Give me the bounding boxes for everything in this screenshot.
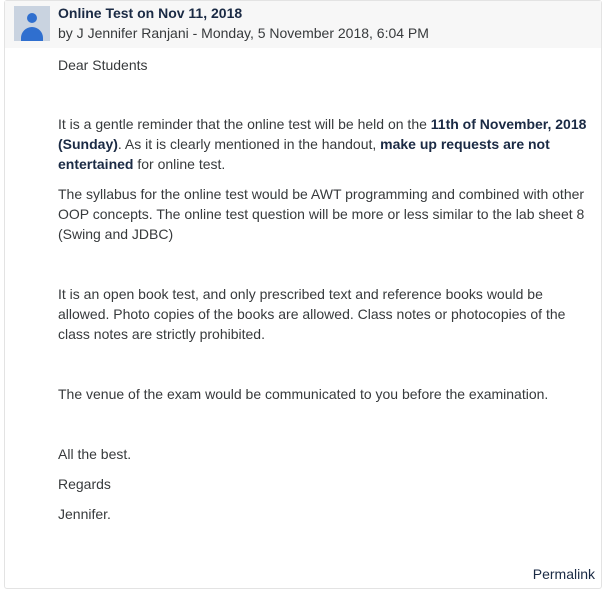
signature-name: Jennifer. xyxy=(58,506,111,522)
reminder-text-2: . As it is clearly mentioned in the hand… xyxy=(117,136,381,152)
closing-regards: Regards xyxy=(58,476,111,492)
post-author-line: by J Jennifer Ranjani - Monday, 5 Novemb… xyxy=(58,25,429,41)
avatar-body xyxy=(21,27,43,41)
permalink-link[interactable]: Permalink xyxy=(533,566,595,582)
closing-best: All the best. xyxy=(58,446,132,462)
open-book-paragraph: It is an open book test, and only prescr… xyxy=(58,286,566,342)
syllabus-paragraph: The syllabus for the online test would b… xyxy=(58,186,585,242)
reminder-text-3: for online test. xyxy=(133,156,226,172)
post-header: Online Test on Nov 11, 2018 by J Jennife… xyxy=(5,1,601,48)
user-avatar-icon[interactable] xyxy=(14,6,50,41)
reminder-paragraph: It is a gentle reminder that the online … xyxy=(58,114,594,174)
venue-paragraph: The venue of the exam would be communica… xyxy=(58,386,549,402)
forum-post: Online Test on Nov 11, 2018 by J Jennife… xyxy=(4,0,602,589)
avatar-head xyxy=(27,13,37,23)
reminder-text-1: It is a gentle reminder that the online … xyxy=(58,116,431,132)
greeting-text: Dear Students xyxy=(58,57,148,73)
post-subject: Online Test on Nov 11, 2018 xyxy=(58,5,243,21)
